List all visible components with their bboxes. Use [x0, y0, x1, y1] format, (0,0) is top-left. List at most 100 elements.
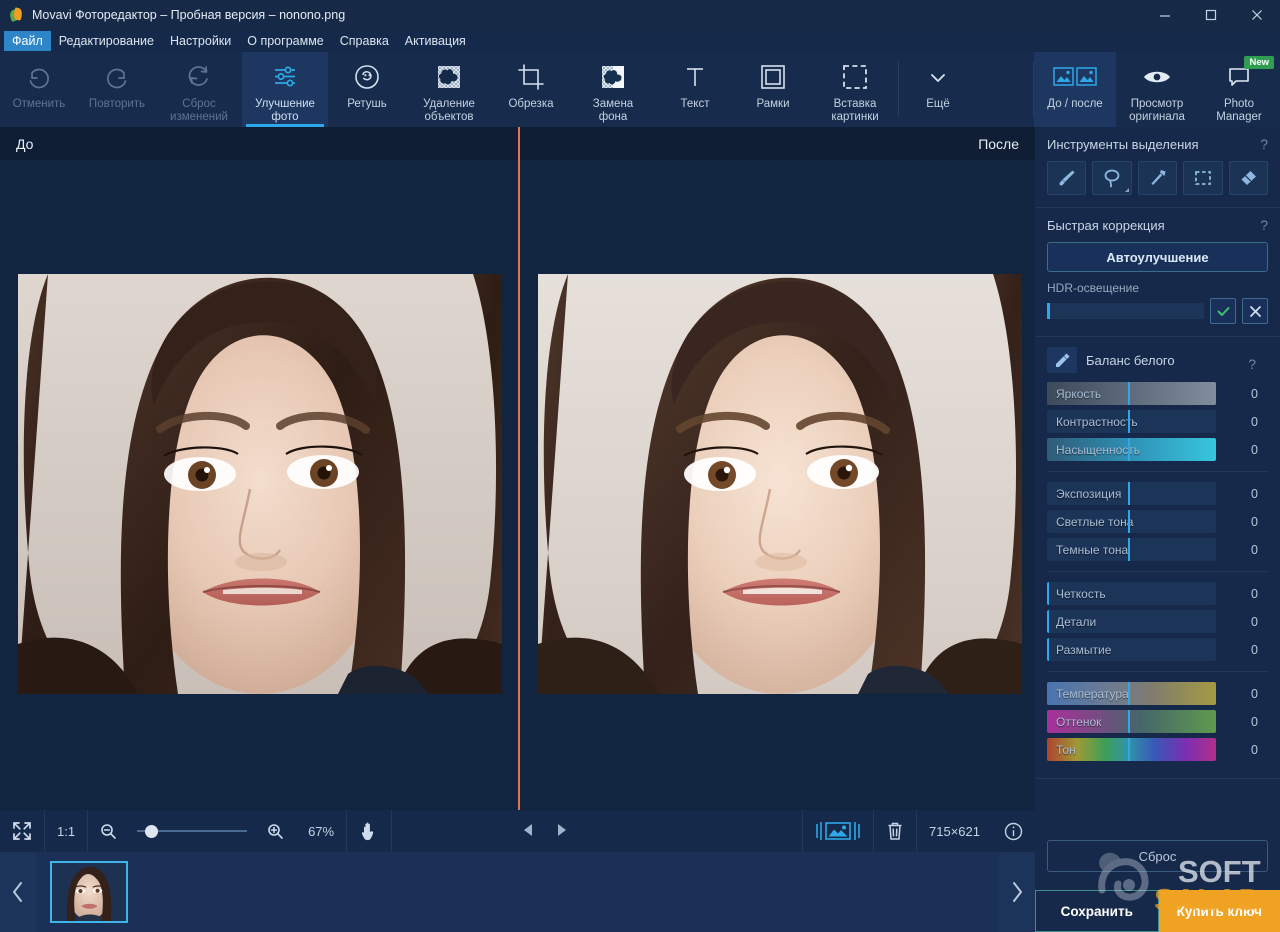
- slider-handle[interactable]: [1128, 538, 1130, 561]
- slider-row-details: Детали 0: [1047, 610, 1268, 633]
- tool-more[interactable]: Ещё: [899, 52, 977, 127]
- selection-tool-marquee[interactable]: [1183, 161, 1222, 195]
- help-icon[interactable]: ?: [1260, 217, 1268, 233]
- tool-photo-enhancement[interactable]: Улучшение фото: [242, 52, 328, 127]
- tool-undo[interactable]: Отменить: [0, 52, 78, 127]
- auto-enhance-button[interactable]: Автоулучшение: [1047, 242, 1268, 272]
- delete-image-button[interactable]: [874, 810, 916, 852]
- zoom-slider[interactable]: [137, 823, 247, 839]
- slider-highlights[interactable]: Светлые тона: [1047, 510, 1216, 533]
- section-title: Быстрая коррекция: [1047, 218, 1268, 233]
- save-button[interactable]: Сохранить: [1035, 890, 1159, 932]
- slider-hue[interactable]: Тон: [1047, 738, 1216, 761]
- compare-view-icon: [815, 819, 861, 843]
- compare-view-button[interactable]: [803, 810, 873, 852]
- slider-handle[interactable]: [1128, 710, 1130, 733]
- menu-item-settings[interactable]: Настройки: [162, 31, 239, 51]
- selection-tool-brush[interactable]: [1047, 161, 1086, 195]
- tool-photo-manager[interactable]: New Photo Manager: [1198, 52, 1280, 127]
- slider-tint[interactable]: Оттенок: [1047, 710, 1216, 733]
- zoom-handle[interactable]: [145, 825, 158, 838]
- tool-insert-image[interactable]: Вставка картинки: [812, 52, 898, 127]
- tool-background-change[interactable]: Замена фона: [570, 52, 656, 127]
- zoom-out-button[interactable]: [88, 810, 129, 852]
- slider-row-contrast: Контрастность 0: [1047, 410, 1268, 433]
- hdr-slider[interactable]: [1047, 303, 1204, 319]
- slider-blur[interactable]: Размытие: [1047, 638, 1216, 661]
- divider: [391, 810, 392, 852]
- slider-saturation[interactable]: Насыщенность: [1047, 438, 1216, 461]
- slider-label: Температура: [1047, 687, 1129, 701]
- slider-shadows[interactable]: Темные тона: [1047, 538, 1216, 561]
- menu-item-activation[interactable]: Активация: [397, 31, 474, 51]
- slider-exposure[interactable]: Экспозиция: [1047, 482, 1216, 505]
- actual-size-button[interactable]: 1:1: [45, 810, 87, 852]
- tool-retouch[interactable]: Ретушь: [328, 52, 406, 127]
- selection-tool-magic-wand[interactable]: [1138, 161, 1177, 195]
- slider-handle[interactable]: [1047, 582, 1049, 605]
- tool-crop[interactable]: Обрезка: [492, 52, 570, 127]
- slider-handle[interactable]: [1128, 482, 1130, 505]
- close-button[interactable]: [1234, 0, 1280, 30]
- eye-icon: [1142, 60, 1172, 94]
- slider-handle[interactable]: [1128, 738, 1130, 761]
- menu-item-about[interactable]: О программе: [239, 31, 331, 51]
- minimize-button[interactable]: [1142, 0, 1188, 30]
- slider-handle[interactable]: [1128, 410, 1130, 433]
- slider-brightness[interactable]: Яркость: [1047, 382, 1216, 405]
- slider-clarity[interactable]: Четкость: [1047, 582, 1216, 605]
- minimize-icon: [1159, 9, 1171, 21]
- cancel-button[interactable]: [1242, 298, 1268, 324]
- eyedropper-button[interactable]: [1047, 347, 1077, 373]
- before-after-divider[interactable]: [518, 127, 520, 810]
- previous-image-button[interactable]: [520, 821, 538, 842]
- tool-label: Вставка картинки: [816, 98, 894, 123]
- tool-before-after[interactable]: До / после: [1034, 52, 1116, 127]
- slider-handle[interactable]: [1047, 610, 1049, 633]
- slider-handle[interactable]: [1128, 438, 1130, 461]
- zoom-in-button[interactable]: [255, 810, 296, 852]
- menu-item-help[interactable]: Справка: [332, 31, 397, 51]
- maximize-button[interactable]: [1188, 0, 1234, 30]
- slider-temperature[interactable]: Температура: [1047, 682, 1216, 705]
- insert-image-icon: [841, 60, 869, 94]
- slider-details[interactable]: Детали: [1047, 610, 1216, 633]
- zoom-level-label: 67%: [296, 810, 346, 852]
- menu-item-edit[interactable]: Редактирование: [51, 31, 162, 51]
- fit-to-screen-button[interactable]: [0, 810, 44, 852]
- slider-handle[interactable]: [1128, 382, 1130, 405]
- menu-item-file[interactable]: Файл: [4, 31, 51, 51]
- thumbnail-item[interactable]: [50, 861, 128, 923]
- tool-frames[interactable]: Рамки: [734, 52, 812, 127]
- tool-redo[interactable]: Повторить: [78, 52, 156, 127]
- fit-screen-icon: [12, 821, 32, 841]
- slider-label: Оттенок: [1047, 715, 1101, 729]
- tool-view-original[interactable]: Просмотр оригинала: [1116, 52, 1198, 127]
- filmstrip-prev-button[interactable]: [0, 852, 36, 932]
- filmstrip-next-button[interactable]: [999, 852, 1035, 932]
- apply-button[interactable]: [1210, 298, 1236, 324]
- reset-button[interactable]: Сброс: [1047, 840, 1268, 872]
- slider-handle[interactable]: [1047, 638, 1049, 661]
- tool-label: Ещё: [899, 98, 977, 111]
- slider-group-divider: [1047, 571, 1268, 572]
- hdr-slider-handle[interactable]: [1047, 303, 1050, 319]
- help-icon[interactable]: ?: [1260, 136, 1268, 152]
- hand-tool-button[interactable]: [347, 810, 391, 852]
- image-info-button[interactable]: [992, 810, 1035, 852]
- next-image-button[interactable]: [552, 821, 570, 842]
- zoom-out-icon: [100, 823, 117, 840]
- slider-handle[interactable]: [1128, 682, 1130, 705]
- slider-contrast[interactable]: Контрастность: [1047, 410, 1216, 433]
- selection-tool-lasso[interactable]: [1092, 161, 1131, 195]
- buy-key-button[interactable]: Купить ключ: [1159, 890, 1280, 932]
- slider-handle[interactable]: [1128, 510, 1130, 533]
- tool-label: До / после: [1036, 98, 1114, 111]
- tool-object-removal[interactable]: Удаление объектов: [406, 52, 492, 127]
- title-bar: Movavi Фоторедактор – Пробная версия – n…: [0, 0, 1280, 30]
- selection-tool-eraser[interactable]: [1229, 161, 1268, 195]
- tool-text[interactable]: Текст: [656, 52, 734, 127]
- tool-reset-changes[interactable]: Сброс изменений: [156, 52, 242, 127]
- help-icon[interactable]: ?: [1248, 356, 1256, 372]
- slider-label: Насыщенность: [1047, 443, 1140, 457]
